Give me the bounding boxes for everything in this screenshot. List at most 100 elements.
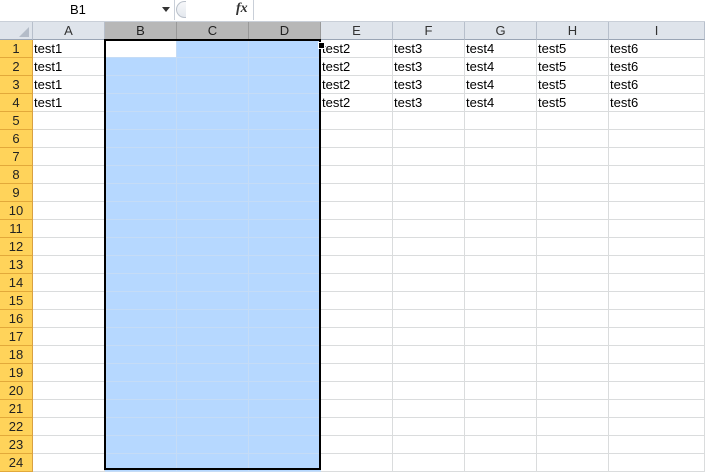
cell-d5[interactable] bbox=[249, 112, 321, 130]
row-header-9[interactable]: 9 bbox=[0, 184, 33, 202]
cell-d24[interactable] bbox=[249, 454, 321, 472]
cell-g19[interactable] bbox=[465, 364, 537, 382]
cell-b17[interactable] bbox=[105, 328, 177, 346]
column-header-i[interactable]: I bbox=[609, 22, 705, 40]
cell-a12[interactable] bbox=[33, 238, 105, 256]
cell-e10[interactable] bbox=[321, 202, 393, 220]
column-header-c[interactable]: C bbox=[177, 22, 249, 40]
cell-a9[interactable] bbox=[33, 184, 105, 202]
column-header-g[interactable]: G bbox=[465, 22, 537, 40]
cell-a3[interactable]: test1 bbox=[33, 76, 105, 94]
cell-f14[interactable] bbox=[393, 274, 465, 292]
cell-e17[interactable] bbox=[321, 328, 393, 346]
cell-g17[interactable] bbox=[465, 328, 537, 346]
cell-a1[interactable]: test1 bbox=[33, 40, 105, 58]
cell-e14[interactable] bbox=[321, 274, 393, 292]
row-header-5[interactable]: 5 bbox=[0, 112, 33, 130]
cell-d7[interactable] bbox=[249, 148, 321, 166]
cell-c7[interactable] bbox=[177, 148, 249, 166]
cell-f15[interactable] bbox=[393, 292, 465, 310]
select-all-corner[interactable] bbox=[0, 22, 33, 40]
cell-c11[interactable] bbox=[177, 220, 249, 238]
cell-f16[interactable] bbox=[393, 310, 465, 328]
cell-h3[interactable]: test5 bbox=[537, 76, 609, 94]
cell-d4[interactable] bbox=[249, 94, 321, 112]
row-header-2[interactable]: 2 bbox=[0, 58, 33, 76]
cell-b2[interactable] bbox=[105, 58, 177, 76]
cell-e2[interactable]: test2 bbox=[321, 58, 393, 76]
cell-c21[interactable] bbox=[177, 400, 249, 418]
cell-h1[interactable]: test5 bbox=[537, 40, 609, 58]
cell-g20[interactable] bbox=[465, 382, 537, 400]
row-header-14[interactable]: 14 bbox=[0, 274, 33, 292]
cell-i15[interactable] bbox=[609, 292, 705, 310]
cell-h14[interactable] bbox=[537, 274, 609, 292]
cell-a11[interactable] bbox=[33, 220, 105, 238]
cell-i17[interactable] bbox=[609, 328, 705, 346]
cell-a22[interactable] bbox=[33, 418, 105, 436]
cell-i6[interactable] bbox=[609, 130, 705, 148]
cell-b15[interactable] bbox=[105, 292, 177, 310]
cell-a8[interactable] bbox=[33, 166, 105, 184]
cell-h21[interactable] bbox=[537, 400, 609, 418]
cell-g18[interactable] bbox=[465, 346, 537, 364]
cell-a20[interactable] bbox=[33, 382, 105, 400]
cell-a19[interactable] bbox=[33, 364, 105, 382]
cell-d10[interactable] bbox=[249, 202, 321, 220]
cell-i22[interactable] bbox=[609, 418, 705, 436]
cell-c20[interactable] bbox=[177, 382, 249, 400]
row-header-24[interactable]: 24 bbox=[0, 454, 33, 472]
row-header-17[interactable]: 17 bbox=[0, 328, 33, 346]
cell-e1[interactable]: test2 bbox=[321, 40, 393, 58]
cell-d1[interactable] bbox=[249, 40, 321, 58]
cell-h13[interactable] bbox=[537, 256, 609, 274]
cell-b1[interactable] bbox=[105, 40, 177, 58]
cell-i20[interactable] bbox=[609, 382, 705, 400]
cell-e9[interactable] bbox=[321, 184, 393, 202]
cell-d13[interactable] bbox=[249, 256, 321, 274]
cell-e6[interactable] bbox=[321, 130, 393, 148]
cell-g24[interactable] bbox=[465, 454, 537, 472]
cell-e16[interactable] bbox=[321, 310, 393, 328]
cell-a4[interactable]: test1 bbox=[33, 94, 105, 112]
row-header-11[interactable]: 11 bbox=[0, 220, 33, 238]
cell-c17[interactable] bbox=[177, 328, 249, 346]
cell-b9[interactable] bbox=[105, 184, 177, 202]
cell-h24[interactable] bbox=[537, 454, 609, 472]
row-header-13[interactable]: 13 bbox=[0, 256, 33, 274]
cell-f2[interactable]: test3 bbox=[393, 58, 465, 76]
cell-d9[interactable] bbox=[249, 184, 321, 202]
cell-i11[interactable] bbox=[609, 220, 705, 238]
cell-c2[interactable] bbox=[177, 58, 249, 76]
cell-g7[interactable] bbox=[465, 148, 537, 166]
cell-f10[interactable] bbox=[393, 202, 465, 220]
cell-f19[interactable] bbox=[393, 364, 465, 382]
column-header-h[interactable]: H bbox=[537, 22, 609, 40]
cell-f12[interactable] bbox=[393, 238, 465, 256]
cell-d11[interactable] bbox=[249, 220, 321, 238]
cell-i12[interactable] bbox=[609, 238, 705, 256]
cell-h4[interactable]: test5 bbox=[537, 94, 609, 112]
cell-c14[interactable] bbox=[177, 274, 249, 292]
cell-f5[interactable] bbox=[393, 112, 465, 130]
cell-f11[interactable] bbox=[393, 220, 465, 238]
cell-g23[interactable] bbox=[465, 436, 537, 454]
cell-a10[interactable] bbox=[33, 202, 105, 220]
cell-g5[interactable] bbox=[465, 112, 537, 130]
cell-e8[interactable] bbox=[321, 166, 393, 184]
cell-a17[interactable] bbox=[33, 328, 105, 346]
cell-b5[interactable] bbox=[105, 112, 177, 130]
row-header-22[interactable]: 22 bbox=[0, 418, 33, 436]
cell-h18[interactable] bbox=[537, 346, 609, 364]
cell-e20[interactable] bbox=[321, 382, 393, 400]
cell-b20[interactable] bbox=[105, 382, 177, 400]
cell-d23[interactable] bbox=[249, 436, 321, 454]
cell-d17[interactable] bbox=[249, 328, 321, 346]
cell-d2[interactable] bbox=[249, 58, 321, 76]
cell-f17[interactable] bbox=[393, 328, 465, 346]
column-header-a[interactable]: A bbox=[33, 22, 105, 40]
cell-f6[interactable] bbox=[393, 130, 465, 148]
cell-h11[interactable] bbox=[537, 220, 609, 238]
cell-a23[interactable] bbox=[33, 436, 105, 454]
cell-h23[interactable] bbox=[537, 436, 609, 454]
